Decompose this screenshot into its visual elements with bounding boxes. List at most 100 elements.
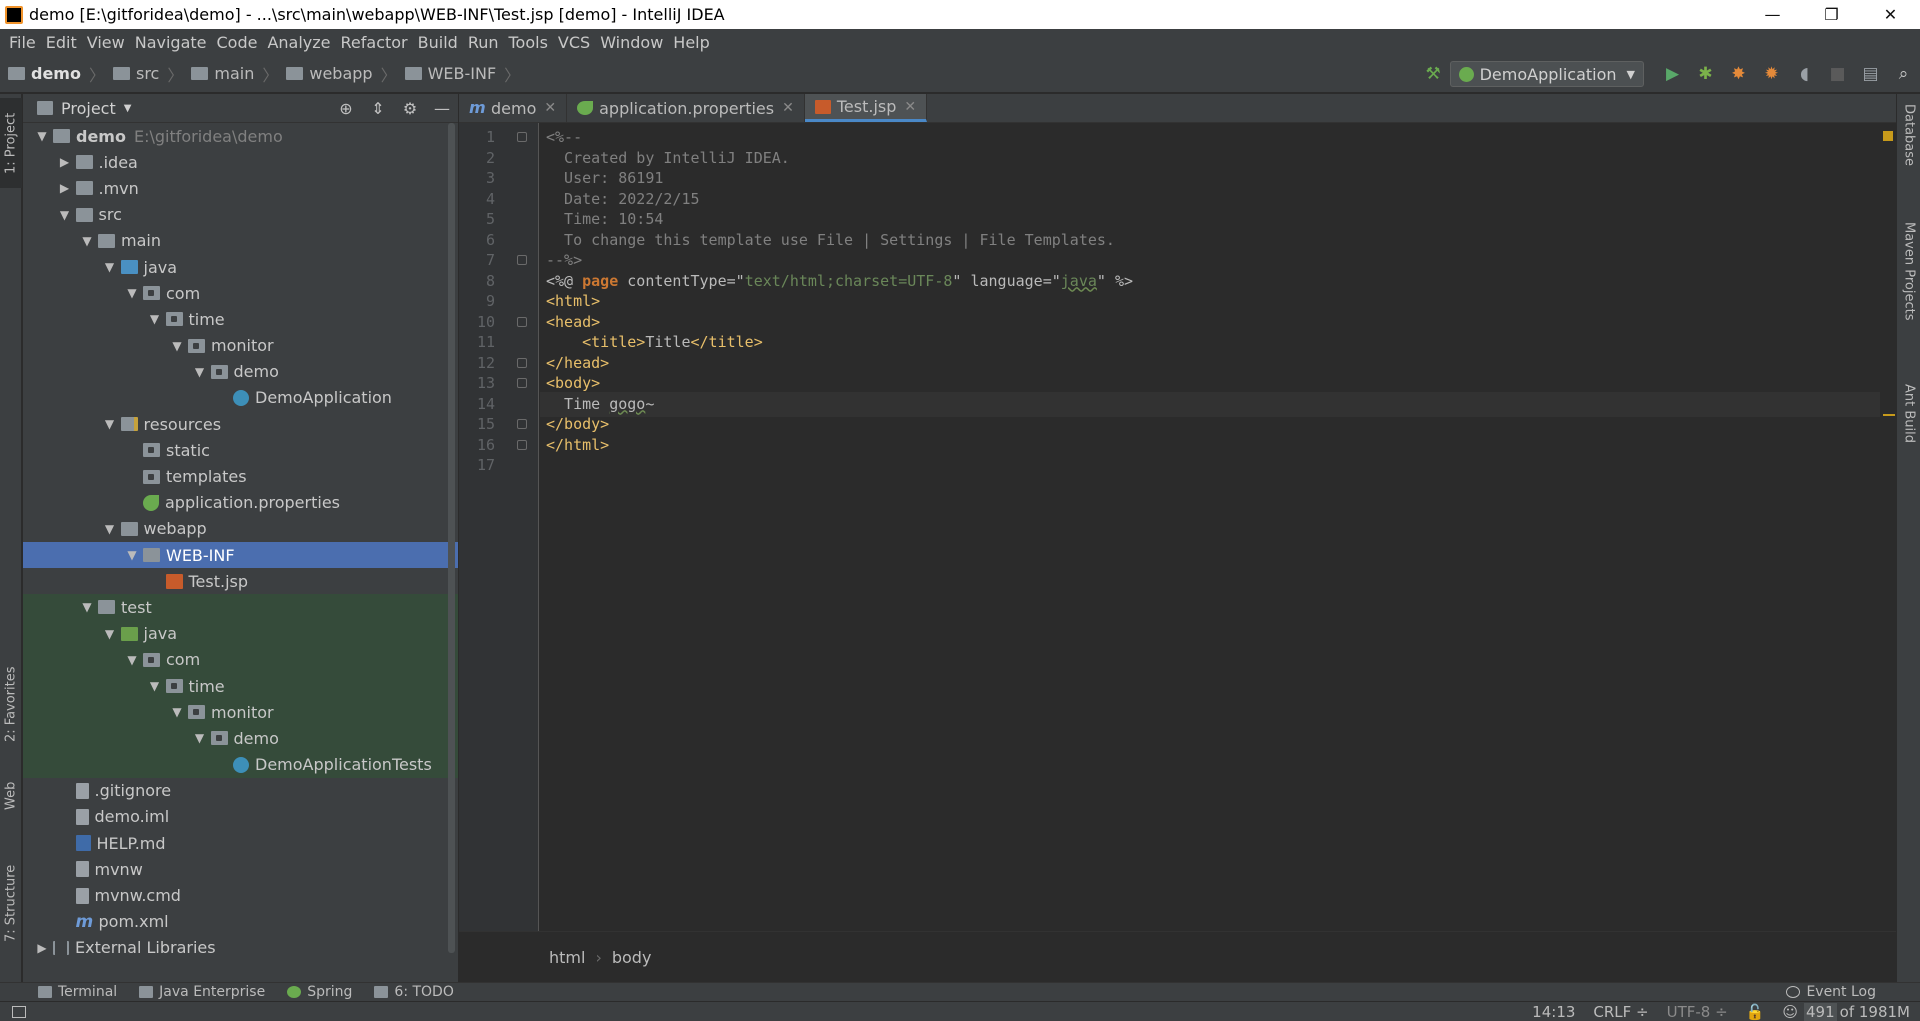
collapse-arrow-icon[interactable]: ▶ [54,181,76,195]
expand-arrow-icon[interactable]: ▼ [144,312,166,326]
tool-tab-terminal[interactable]: Terminal [38,984,117,1000]
tree-item-webapp[interactable]: ▼ webapp [23,516,458,542]
menu-tools[interactable]: Tools [504,33,553,52]
run-icon[interactable]: ▶ [1656,59,1689,89]
close-tab-icon[interactable]: ✕ [904,99,916,115]
tool-tab-spring[interactable]: Spring [287,984,352,1000]
tool-tab-favorites[interactable]: 2: Favorites [0,654,22,754]
expand-arrow-icon[interactable]: ▼ [121,548,143,562]
collapse-arrow-icon[interactable]: ▶ [54,155,76,169]
inspector-icon[interactable]: ☺ [1782,1003,1798,1021]
tree-item-mvn[interactable]: ▶ .mvn [23,175,458,201]
memory-total[interactable]: of 1981M [1840,1003,1910,1021]
project-panel-title[interactable]: Project [61,99,116,118]
tree-item-java[interactable]: ▼ java [23,254,458,280]
fold-marker-icon[interactable] [517,378,527,388]
menu-run[interactable]: Run [463,33,504,52]
tree-item-com[interactable]: ▼ com [23,280,458,306]
expand-arrow-icon[interactable]: ▼ [99,522,121,536]
tree-item-gitignore[interactable]: .gitignore [23,778,458,804]
expand-arrow-icon[interactable]: ▼ [166,705,188,719]
tree-item-web-inf[interactable]: ▼ WEB-INF [23,542,458,569]
menu-navigate[interactable]: Navigate [130,33,212,52]
editor-breadcrumb-html[interactable]: html [549,948,585,967]
tree-item-time[interactable]: ▼ time [23,672,458,700]
minimize-button[interactable]: — [1743,0,1802,29]
tree-item-monitor[interactable]: ▼ monitor [23,333,458,359]
menu-view[interactable]: View [82,33,130,52]
caret-position[interactable]: 14:13 [1532,1003,1575,1021]
warning-marker-icon[interactable] [1883,131,1893,141]
stop-icon[interactable]: ■ [1821,59,1854,89]
tree-item-demo[interactable]: ▼ demo [23,359,458,385]
project-scrollbar[interactable] [448,123,455,953]
maximize-button[interactable]: ❐ [1802,0,1861,29]
line-separator[interactable]: CRLF ÷ [1593,1003,1648,1021]
expand-arrow-icon[interactable]: ▼ [166,339,188,353]
code-editor[interactable]: <%-- Created by IntelliJ IDEA. User: 861… [540,123,1896,931]
tree-item-src[interactable]: ▼ src [23,202,458,228]
expand-arrow-icon[interactable]: ▼ [99,417,121,431]
breadcrumb-webapp[interactable]: webapp 〉 [286,62,397,86]
expand-arrow-icon[interactable]: ▼ [121,286,143,300]
tree-item-demo-iml[interactable]: demo.iml [23,804,458,830]
menu-file[interactable]: File [4,33,41,52]
search-everywhere-icon[interactable]: ⌕ [1887,59,1920,89]
tree-item-pom-xml[interactable]: m pom.xml [23,909,458,935]
event-log-button[interactable]: Event Log [1786,984,1876,1000]
lock-icon[interactable]: 🔓 [1746,1003,1765,1021]
tool-tab-ant-build[interactable]: Ant Build [1897,384,1920,474]
tree-item-static[interactable]: static [23,437,458,463]
expand-arrow-icon[interactable]: ▼ [54,208,76,222]
tree-item-demo[interactable]: ▼ demo E:\gitforidea\demo [23,123,458,149]
expand-arrow-icon[interactable]: ▼ [189,365,211,379]
tree-item-demo[interactable]: ▼ demo [23,725,458,752]
breadcrumb-main[interactable]: main 〉 [191,62,278,86]
close-tab-icon[interactable]: ✕ [544,100,556,116]
expand-arrow-icon[interactable]: ▼ [189,731,211,745]
tool-tab-structure[interactable]: 7: Structure [0,848,22,958]
expand-arrow-icon[interactable]: ▼ [76,600,98,614]
tool-tab-maven-projects[interactable]: Maven Projects [1897,222,1920,352]
fold-marker-icon[interactable] [517,419,527,429]
tool-tab-project[interactable]: 1: Project [0,98,22,188]
profile-icon[interactable]: ✹ [1755,59,1788,89]
fold-marker-icon[interactable] [517,357,527,368]
menu-edit[interactable]: Edit [41,33,82,52]
expand-arrow-icon[interactable]: ▼ [121,653,143,667]
collapse-all-icon[interactable]: ⇕ [362,99,394,118]
breadcrumb-src[interactable]: src 〉 [112,62,183,86]
gear-icon[interactable]: ⚙ [394,99,426,118]
breadcrumb-demo[interactable]: demo 〉 [8,62,105,86]
close-tab-icon[interactable]: ✕ [782,100,794,116]
menu-refactor[interactable]: Refactor [336,33,413,52]
run-configuration-select[interactable]: DemoApplication ▼ [1449,61,1644,87]
tree-item-monitor[interactable]: ▼ monitor [23,699,458,726]
shield-icon[interactable]: ◖ [1788,59,1821,89]
expand-arrow-icon[interactable]: ▼ [31,129,53,143]
tree-item-main[interactable]: ▼ main [23,228,458,254]
run-with-coverage-icon[interactable]: ✸ [1722,59,1755,89]
tree-item-help-md[interactable]: HELP.md [23,830,458,856]
expand-arrow-icon[interactable]: ▼ [76,234,98,248]
tool-tab-java-enterprise[interactable]: Java Enterprise [139,984,265,1000]
menu-code[interactable]: Code [212,33,263,52]
breadcrumb-web-inf[interactable]: WEB-INF 〉 [404,62,520,86]
debug-bug-icon[interactable]: ✱ [1689,59,1722,89]
tool-tab-todo[interactable]: 6: TODO [374,984,454,1000]
panel-divider[interactable] [458,94,459,982]
tree-item-templates[interactable]: templates [23,463,458,489]
tree-item-test[interactable]: ▼ test [23,594,458,621]
tree-item-time[interactable]: ▼ time [23,306,458,332]
warning-stripe-mark[interactable] [1883,414,1895,416]
tree-item-com[interactable]: ▼ com [23,646,458,673]
error-stripe[interactable] [1880,123,1896,931]
menu-vcs[interactable]: VCS [553,33,595,52]
editor-breadcrumb-body[interactable]: body [612,948,652,967]
tree-item-idea[interactable]: ▶ .idea [23,149,458,175]
tree-item-external-libraries[interactable]: ▶ External Libraries [23,935,458,961]
toggle-tool-windows-icon[interactable] [12,1005,26,1018]
tree-item-test-jsp[interactable]: Test.jsp [23,568,458,594]
tab-application-properties[interactable]: application.properties ✕ [567,94,805,122]
tree-item-java[interactable]: ▼ java [23,620,458,647]
